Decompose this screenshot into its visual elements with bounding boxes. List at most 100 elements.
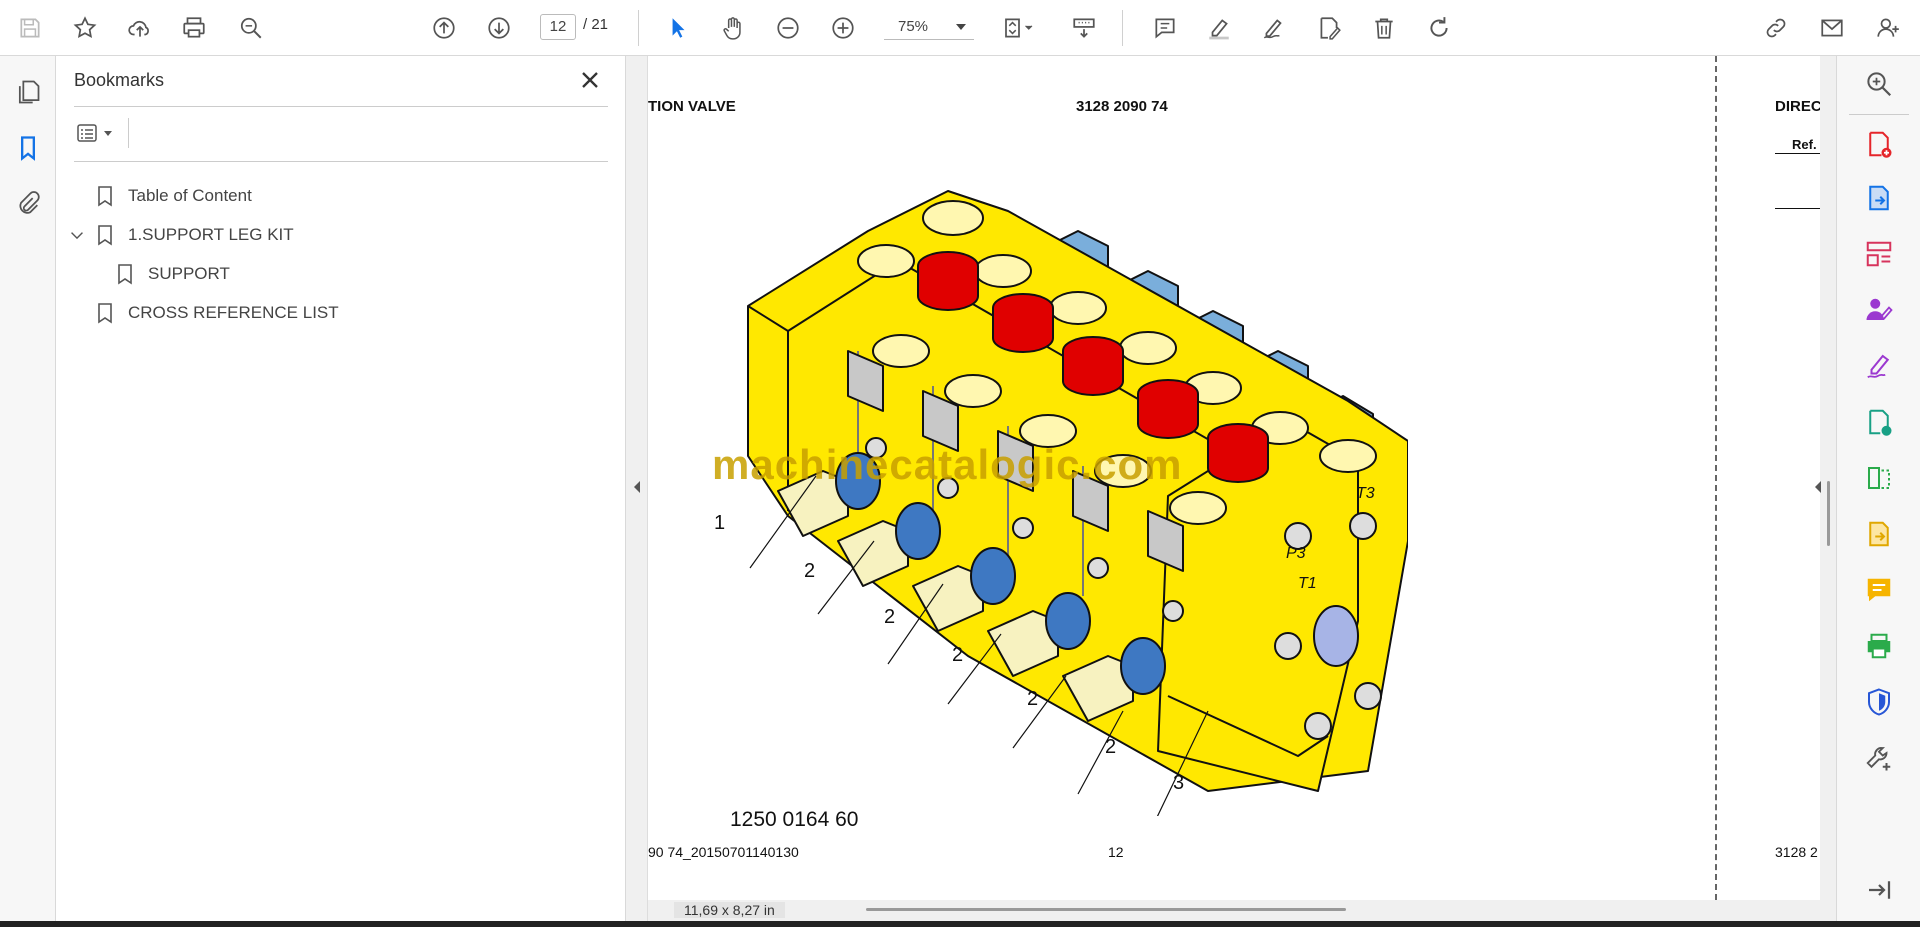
select-arrow-icon[interactable] — [660, 10, 696, 46]
divider — [74, 106, 608, 107]
divider — [1775, 153, 1820, 154]
horizontal-scrollbar[interactable] — [866, 908, 1346, 911]
highlight-icon[interactable] — [1201, 10, 1237, 46]
divider — [128, 118, 129, 148]
right-tools-rail — [1815, 56, 1920, 921]
page-boundary — [1715, 56, 1717, 900]
page-thumbnails-icon[interactable] — [10, 74, 46, 110]
page-number-input[interactable]: 12 — [540, 14, 576, 40]
next-page-header: DIREC — [1775, 98, 1820, 115]
create-pdf-icon[interactable] — [1861, 126, 1897, 162]
ref-column-header: Ref. — [1792, 137, 1817, 152]
hand-icon[interactable] — [715, 10, 751, 46]
page-footer-center: 12 — [1108, 844, 1124, 860]
page-dimensions: 11,69 x 8,27 in — [674, 902, 785, 918]
bookmark-item[interactable]: CROSS REFERENCE LIST — [96, 298, 339, 328]
part-number: 1250 0164 60 — [730, 808, 859, 831]
page-total: / 21 — [583, 16, 609, 33]
bookmark-item[interactable]: 1.SUPPORT LEG KIT — [70, 220, 294, 250]
callout-label: 1 — [714, 512, 726, 534]
bookmark-options-button[interactable] — [74, 118, 120, 148]
edit-icon[interactable] — [1311, 10, 1347, 46]
delete-icon[interactable] — [1366, 10, 1402, 46]
compare-icon[interactable] — [1861, 460, 1897, 496]
chevron-down-icon — [104, 130, 112, 136]
watermark-text: machinecatalogic.com — [712, 441, 1183, 488]
comment-tool-icon[interactable] — [1861, 572, 1897, 608]
zoom-in-icon[interactable] — [825, 10, 861, 46]
rotate-icon[interactable] — [1421, 10, 1457, 46]
zoom-select[interactable]: 75% — [884, 14, 974, 40]
request-sign-icon[interactable] — [1861, 292, 1897, 328]
prev-page-icon[interactable] — [426, 10, 462, 46]
bookmark-icon — [118, 264, 132, 285]
bookmarks-icon[interactable] — [10, 130, 46, 166]
zoom-out-icon[interactable] — [770, 10, 806, 46]
chevron-down-icon — [71, 232, 83, 240]
fill-sign-icon[interactable] — [1861, 348, 1897, 384]
panel-collapse-handle[interactable] — [626, 56, 648, 921]
protect-icon[interactable] — [1861, 684, 1897, 720]
callout-label: 2 — [1105, 736, 1117, 758]
chevron-left-icon[interactable] — [1813, 480, 1823, 494]
bookmark-label: SUPPORT — [148, 264, 230, 283]
page-header-center: 3128 2090 74 — [1076, 98, 1168, 115]
callout-label: 2 — [804, 560, 816, 582]
close-icon[interactable] — [576, 66, 604, 94]
chevron-left-icon — [634, 481, 640, 493]
bookmark-label: Table of Content — [128, 186, 252, 205]
chevron-down-icon — [956, 24, 966, 30]
bookmark-icon — [98, 225, 112, 246]
bookmark-icon — [98, 186, 112, 207]
bookmarks-title: Bookmarks — [74, 70, 165, 90]
port-label: T1 — [1298, 575, 1317, 592]
status-bar: 11,69 x 8,27 in — [648, 900, 1820, 921]
export-pdf-icon[interactable] — [1861, 180, 1897, 216]
bookmark-label: CROSS REFERENCE LIST — [128, 303, 339, 322]
left-rail — [0, 56, 56, 921]
divider — [74, 161, 608, 162]
attachment-icon[interactable] — [10, 186, 46, 222]
callout-label: 2 — [1027, 688, 1039, 710]
scrollbar-thumb[interactable] — [1827, 481, 1830, 546]
zoom-value: 75% — [898, 18, 929, 35]
search-icon[interactable] — [1861, 66, 1897, 102]
bookmark-item[interactable]: Table of Content — [96, 181, 252, 211]
email-icon[interactable] — [1814, 10, 1850, 46]
share-link-icon[interactable] — [1758, 10, 1794, 46]
port-label: T3 — [1356, 485, 1375, 502]
callout-label: 3 — [1173, 772, 1185, 794]
save-icon[interactable] — [12, 10, 48, 46]
window-bottom-edge — [0, 921, 1920, 927]
toolbar-divider — [1122, 10, 1123, 46]
sign-icon[interactable] — [1256, 10, 1292, 46]
scroll-mode-icon[interactable] — [1066, 10, 1102, 46]
callout-label: 2 — [952, 644, 964, 666]
export-file-icon[interactable] — [1861, 516, 1897, 552]
fit-page-icon[interactable] — [996, 10, 1042, 46]
page-footer-left: 90 74_20150701140130 — [648, 844, 799, 860]
top-toolbar: 12 / 21 75% — [0, 0, 1920, 56]
bookmark-icon — [98, 303, 112, 324]
toolbar-divider — [638, 10, 639, 46]
list-icon — [77, 124, 97, 142]
zoom-search-icon[interactable] — [233, 10, 269, 46]
edit-pdf-icon[interactable] — [1861, 404, 1897, 440]
organize-pages-icon[interactable] — [1861, 236, 1897, 272]
upload-icon[interactable] — [122, 10, 158, 46]
page-header-left: TION VALVE — [648, 98, 736, 115]
print-production-icon[interactable] — [1861, 628, 1897, 664]
star-icon[interactable] — [67, 10, 103, 46]
collapse-rail-icon[interactable] — [1861, 872, 1897, 908]
bookmark-item[interactable]: SUPPORT — [116, 259, 230, 289]
bookmarks-panel: Bookmarks Table of Content 1.SUPPORT LEG… — [56, 56, 626, 921]
next-page-footer: 3128 2 — [1775, 844, 1818, 860]
document-view[interactable]: TION VALVE 3128 2090 74 DIREC Ref. T3 P3… — [648, 56, 1820, 900]
more-tools-icon[interactable] — [1861, 740, 1897, 776]
callout-label: 2 — [884, 606, 896, 628]
port-label: P3 — [1286, 545, 1306, 562]
account-icon[interactable] — [1870, 10, 1906, 46]
print-icon[interactable] — [176, 10, 212, 46]
comment-icon[interactable] — [1147, 10, 1183, 46]
next-page-icon[interactable] — [481, 10, 517, 46]
